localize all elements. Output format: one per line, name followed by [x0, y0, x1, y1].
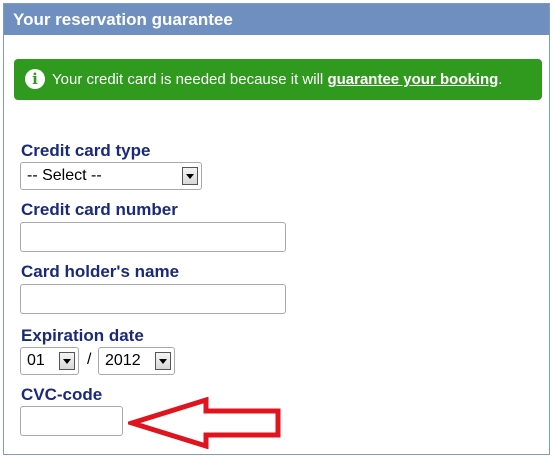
card-number-input[interactable] — [20, 222, 286, 252]
notice-text: Your credit card is needed because it wi… — [52, 71, 328, 88]
date-separator: / — [87, 351, 92, 368]
expiration-month-select[interactable]: 01 — [20, 347, 79, 375]
holder-name-input[interactable] — [20, 284, 286, 314]
card-number-label: Credit card number — [21, 200, 178, 219]
expiration-month-value: 01 — [27, 352, 45, 369]
card-type-value: -- Select -- — [27, 167, 102, 184]
info-circle-icon: i — [25, 69, 45, 89]
red-arrow-icon — [128, 397, 281, 449]
card-type-select[interactable]: -- Select -- — [20, 162, 202, 190]
cvc-input[interactable] — [20, 406, 123, 436]
card-type-label: Credit card type — [21, 141, 151, 160]
panel-title: Your reservation guarantee — [4, 4, 549, 35]
chevron-down-icon[interactable] — [59, 352, 75, 370]
chevron-down-icon[interactable] — [182, 167, 198, 185]
cvc-label: CVC-code — [21, 385, 103, 404]
info-notice: i Your credit card is needed because it … — [14, 59, 542, 100]
expiration-year-select[interactable]: 2012 — [98, 347, 175, 375]
expiration-label: Expiration date — [21, 326, 144, 345]
guarantee-booking-link[interactable]: guarantee your booking — [327, 71, 498, 88]
expiration-year-value: 2012 — [105, 352, 141, 369]
chevron-down-icon[interactable] — [155, 352, 171, 370]
notice-suffix: . — [498, 71, 503, 88]
holder-name-label: Card holder's name — [21, 262, 180, 281]
reservation-guarantee-panel: Your reservation guarantee i Your credit… — [3, 3, 550, 455]
